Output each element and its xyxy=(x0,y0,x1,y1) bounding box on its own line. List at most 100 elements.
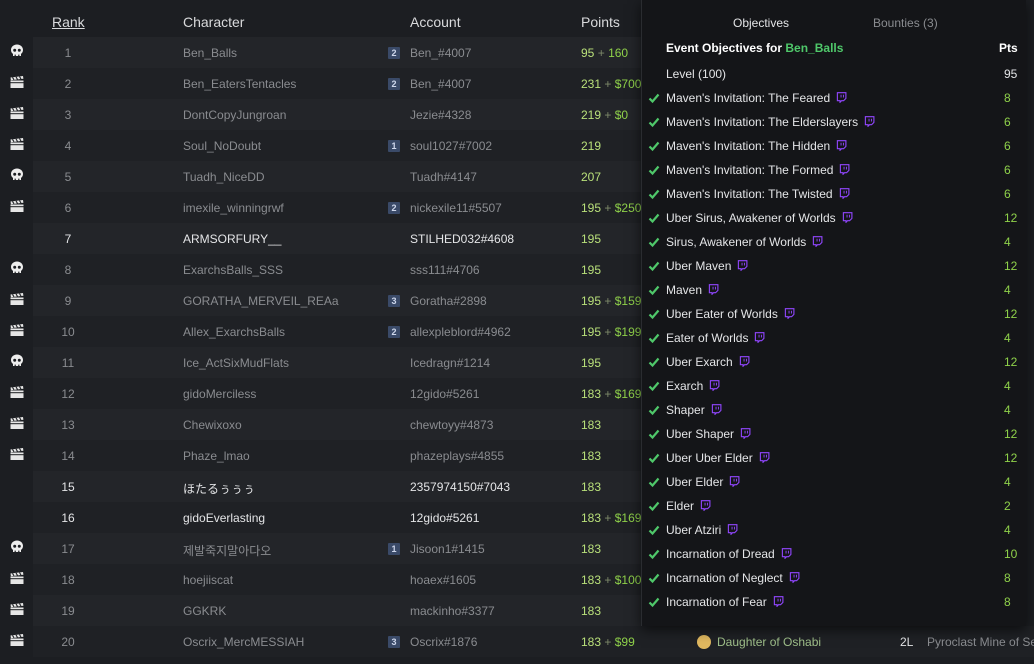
twitch-icon[interactable] xyxy=(781,548,792,560)
character-cell[interactable]: GGKRK xyxy=(183,604,226,618)
points-cell: 183 xyxy=(581,449,601,463)
account-cell[interactable]: Jisoon1#1415 xyxy=(410,542,485,556)
objective-points: 12 xyxy=(1004,307,1018,321)
character-cell[interactable]: Ben_Balls xyxy=(183,46,237,60)
twitch-icon[interactable] xyxy=(864,116,875,128)
points-plus: + xyxy=(604,573,612,587)
twitch-icon[interactable] xyxy=(727,524,738,536)
points-value: 195 xyxy=(581,263,602,277)
points-cell: 195 xyxy=(581,232,601,246)
objective-item: Maven's Invitation: The Twisted 6 xyxy=(642,182,1026,206)
twitch-icon[interactable] xyxy=(842,212,853,224)
twitch-icon[interactable] xyxy=(759,452,770,464)
account-cell[interactable]: hoaex#1605 xyxy=(410,573,476,587)
twitch-icon[interactable] xyxy=(711,404,722,416)
objective-item: Sirus, Awakener of Worlds 4 xyxy=(642,230,1026,254)
character-cell[interactable]: gidoEverlasting xyxy=(183,511,265,525)
character-cell[interactable]: Tuadh_NiceDD xyxy=(183,170,265,184)
twitch-icon[interactable] xyxy=(836,140,847,152)
objective-item: Uber Exarch 12 xyxy=(642,350,1026,374)
points-value: 183 xyxy=(581,542,602,556)
table-row[interactable]: 20 Oscrix_MercMESSIAH 3 Oscrix#1876 183 + $9… xyxy=(0,626,1034,657)
character-count-badge: 2 xyxy=(388,202,400,214)
account-cell[interactable]: nickexile11#5507 xyxy=(410,201,502,215)
character-cell[interactable]: 제발죽지말아다오 xyxy=(183,542,271,559)
points-cell: 207 xyxy=(581,170,601,184)
check-icon xyxy=(648,380,660,392)
twitch-icon[interactable] xyxy=(839,188,850,200)
character-cell[interactable]: gidoMerciless xyxy=(183,387,256,401)
twitch-icon[interactable] xyxy=(737,260,748,272)
clapperboard-icon xyxy=(9,291,25,307)
twitch-icon[interactable] xyxy=(754,332,765,344)
objective-name: Maven's Invitation: The Twisted xyxy=(666,187,850,201)
character-cell[interactable]: hoejiiscat xyxy=(183,573,233,587)
account-cell[interactable]: phazeplays#4855 xyxy=(410,449,504,463)
objective-points: 4 xyxy=(1004,331,1011,345)
character-cell[interactable]: GORATHA_MERVEIL_REAa xyxy=(183,294,339,308)
objective-item: Exarch 4 xyxy=(642,374,1026,398)
twitch-icon[interactable] xyxy=(729,476,740,488)
rank-column-header[interactable]: Rank xyxy=(52,14,85,30)
character-cell[interactable]: ARMSORFURY__ xyxy=(183,232,281,246)
clapperboard-icon xyxy=(9,632,25,648)
twitch-icon[interactable] xyxy=(708,284,719,296)
clapperboard-icon xyxy=(9,105,25,121)
twitch-icon[interactable] xyxy=(836,92,847,104)
objective-item: Uber Maven 12 xyxy=(642,254,1026,278)
account-cell[interactable]: 12gido#5261 xyxy=(410,511,479,525)
character-cell[interactable]: ほたるぅぅぅ xyxy=(183,480,255,497)
account-cell[interactable]: 12gido#5261 xyxy=(410,387,479,401)
clapperboard-icon xyxy=(9,136,25,152)
clapperboard-icon xyxy=(9,446,25,462)
twitch-icon[interactable] xyxy=(739,356,750,368)
account-cell[interactable]: Icedragn#1214 xyxy=(410,356,490,370)
objective-points: 12 xyxy=(1004,427,1018,441)
character-cell[interactable]: Ice_ActSixMudFlats xyxy=(183,356,289,370)
panel-title-character[interactable]: Ben_Balls xyxy=(785,41,843,55)
account-cell[interactable]: allexpleblord#4962 xyxy=(410,325,511,339)
account-cell[interactable]: 2357974150#7043 xyxy=(410,480,510,494)
account-cell[interactable]: mackinho#3377 xyxy=(410,604,495,618)
objective-points: 4 xyxy=(1004,475,1011,489)
check-icon xyxy=(648,212,660,224)
account-cell[interactable]: Goratha#2898 xyxy=(410,294,487,308)
twitch-icon[interactable] xyxy=(700,500,711,512)
twitch-icon[interactable] xyxy=(740,428,751,440)
account-cell[interactable]: Tuadh#4147 xyxy=(410,170,477,184)
check-icon xyxy=(648,260,660,272)
check-icon xyxy=(648,164,660,176)
tab-objectives[interactable]: Objectives xyxy=(733,16,789,30)
clapperboard-icon xyxy=(9,198,25,214)
objective-item: Incarnation of Neglect 8 xyxy=(642,566,1026,590)
character-cell[interactable]: ExarchsBalls_SSS xyxy=(183,263,283,277)
character-cell[interactable]: DontCopyJungroan xyxy=(183,108,286,122)
character-column-header: Character xyxy=(183,14,245,30)
twitch-icon[interactable] xyxy=(709,380,720,392)
account-cell[interactable]: chewtoyy#4873 xyxy=(410,418,493,432)
twitch-icon[interactable] xyxy=(839,164,850,176)
character-cell[interactable]: Soul_NoDoubt xyxy=(183,139,261,153)
twitch-icon[interactable] xyxy=(773,596,784,608)
character-cell[interactable]: Chewixoxo xyxy=(183,418,242,432)
check-icon xyxy=(648,548,660,560)
account-cell[interactable]: Ben_#4007 xyxy=(410,77,471,91)
account-cell[interactable]: Jezie#4328 xyxy=(410,108,471,122)
twitch-icon[interactable] xyxy=(789,572,800,584)
character-cell[interactable]: imexile_winningrwf xyxy=(183,201,284,215)
character-cell[interactable]: Ben_EatersTentacles xyxy=(183,77,296,91)
account-cell[interactable]: Ben_#4007 xyxy=(410,46,471,60)
account-cell[interactable]: soul1027#7002 xyxy=(410,139,492,153)
objective-item: Shaper 4 xyxy=(642,398,1026,422)
account-cell[interactable]: Oscrix#1876 xyxy=(410,635,477,649)
character-count-badge: 3 xyxy=(388,295,400,307)
character-cell[interactable]: Phaze_lmao xyxy=(183,449,250,463)
points-value: 183 xyxy=(581,480,602,494)
account-cell[interactable]: sss111#4706 xyxy=(410,263,480,277)
twitch-icon[interactable] xyxy=(812,236,823,248)
tab-bounties[interactable]: Bounties (3) xyxy=(873,16,938,30)
account-cell[interactable]: STILHED032#4608 xyxy=(410,232,514,246)
character-cell[interactable]: Oscrix_MercMESSIAH xyxy=(183,635,304,649)
twitch-icon[interactable] xyxy=(784,308,795,320)
character-cell[interactable]: Allex_ExarchsBalls xyxy=(183,325,285,339)
